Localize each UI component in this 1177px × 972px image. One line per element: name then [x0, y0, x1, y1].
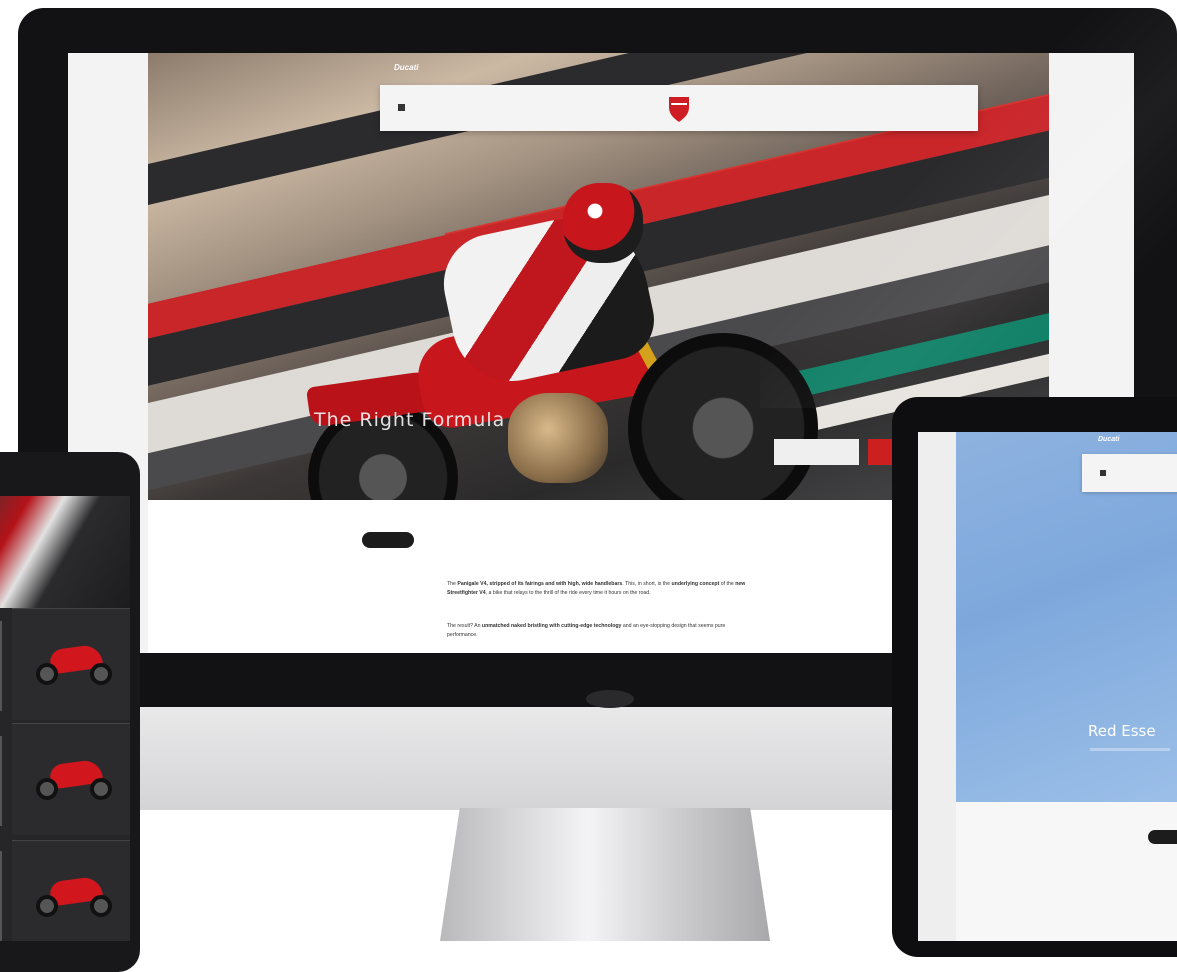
brand-logo[interactable]: Ducati: [1098, 436, 1119, 443]
card-divider: [0, 621, 2, 711]
tablet-hero-title: Red Esse: [1088, 722, 1156, 740]
motorcycle-thumbnail: [32, 639, 116, 687]
tab-active[interactable]: [1148, 830, 1177, 844]
hero-secondary-button[interactable]: [774, 439, 859, 465]
tablet-navbar: [1082, 454, 1177, 492]
motorcycle-thumbnail: [32, 754, 116, 802]
card-divider: [0, 736, 2, 826]
bike-engine: [508, 393, 608, 483]
front-wheel: [628, 333, 818, 500]
rider-helmet: [563, 183, 643, 263]
main-navbar: [380, 85, 978, 131]
menu-icon[interactable]: [1100, 470, 1106, 476]
motorcycle-card[interactable]: [12, 723, 130, 835]
intro-paragraph: The Panigale V4, stripped of its fairing…: [447, 581, 746, 596]
hero-title: The Right Formula: [314, 409, 506, 431]
menu-icon[interactable]: [398, 104, 405, 111]
card-divider: [0, 851, 2, 941]
motorcycle-card[interactable]: [12, 608, 130, 720]
phone-hero-image: [0, 496, 130, 608]
imac-camera-reflection: [586, 690, 634, 708]
ducati-shield-logo-icon[interactable]: [667, 95, 691, 123]
motorcycle-thumbnail: [32, 871, 116, 919]
phone-screen: [0, 496, 130, 941]
tab-active[interactable]: [362, 532, 414, 548]
result-paragraph: The result? An unmatched naked bristling…: [447, 623, 726, 638]
motorcycle-card[interactable]: [12, 840, 130, 941]
imac-stand: [440, 808, 770, 941]
tablet-screen: Ducati Red Esse: [918, 432, 1177, 941]
brand-logo[interactable]: Ducati: [394, 63, 418, 72]
hero-subtitle-line: [1090, 748, 1170, 751]
tablet-side-margin: [918, 432, 956, 941]
